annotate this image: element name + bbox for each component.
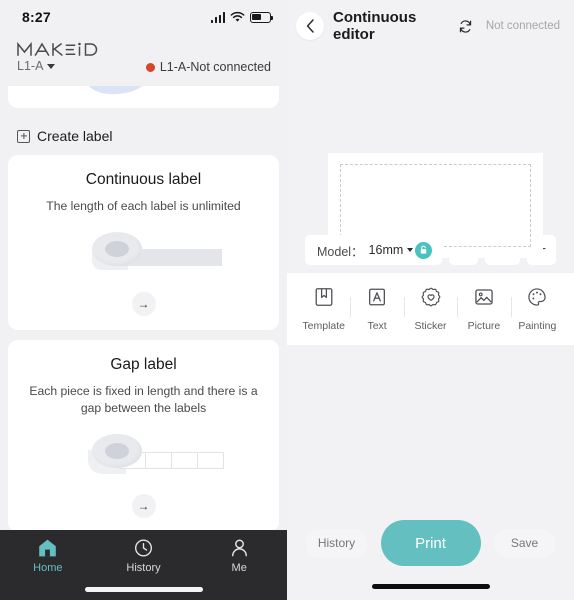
clock-icon bbox=[133, 538, 154, 558]
home-indicator bbox=[371, 583, 490, 589]
tool-label-picture: Picture bbox=[467, 320, 501, 332]
card-subtitle: Each piece is fixed in length and there … bbox=[29, 383, 258, 416]
text-icon bbox=[366, 286, 388, 313]
partially-visible-card[interactable] bbox=[8, 86, 279, 108]
decorative-blob-icon bbox=[83, 86, 151, 99]
decorative-swoosh-icon bbox=[35, 86, 77, 88]
tool-label-sticker: Sticker bbox=[414, 320, 447, 332]
tab-home[interactable]: Home bbox=[0, 538, 96, 574]
card-subtitle: The length of each label is unlimited bbox=[46, 199, 241, 213]
battery-icon bbox=[250, 11, 274, 23]
wifi-icon bbox=[230, 11, 245, 22]
tool-painting[interactable]: Painting bbox=[510, 286, 564, 332]
tool-label-template: Template bbox=[302, 320, 345, 332]
makeid-wordmark-icon bbox=[17, 41, 98, 56]
model-selector[interactable]: Model： 16mm bbox=[305, 235, 443, 265]
bottom-tab-bar: Home History Me bbox=[0, 530, 287, 600]
sync-icon[interactable] bbox=[458, 19, 473, 34]
lock-icon[interactable] bbox=[415, 241, 433, 259]
printer-model-selector[interactable]: L1-A bbox=[17, 59, 109, 73]
home-indicator-bar bbox=[287, 572, 574, 600]
dual-screenshot: 8:27 L1-A L1-A-Not connected Create labe… bbox=[0, 0, 574, 600]
tab-label-me: Me bbox=[231, 562, 247, 574]
model-value-label: 16mm bbox=[368, 243, 404, 257]
sticker-icon bbox=[420, 286, 442, 313]
tool-label-painting: Painting bbox=[518, 320, 557, 332]
editor-screen: Continuous editor Not connected Model： 1… bbox=[287, 0, 574, 600]
create-label-section-header: Create label bbox=[0, 118, 287, 155]
tab-me[interactable]: Me bbox=[191, 538, 287, 574]
save-button[interactable]: Save bbox=[493, 528, 556, 558]
connection-status-label: Not connected bbox=[485, 20, 560, 32]
tool-sticker[interactable]: Sticker bbox=[403, 286, 457, 332]
home-screen: 8:27 L1-A L1-A-Not connected Create labe… bbox=[0, 0, 287, 600]
create-label-title: Create label bbox=[37, 128, 113, 144]
printer-model-label: L1-A bbox=[17, 59, 44, 73]
makeid-logo bbox=[17, 40, 109, 57]
editor-header: Continuous editor Not connected bbox=[287, 0, 574, 52]
editor-toolbar: Template Text Sticker Picture Painting bbox=[287, 273, 574, 345]
status-bar-icons bbox=[210, 11, 274, 23]
editor-action-row: History Print Save bbox=[287, 520, 574, 572]
status-bar: 8:27 bbox=[0, 0, 287, 34]
continuous-label-card[interactable]: Continuous label The length of each labe… bbox=[8, 155, 279, 330]
back-button[interactable] bbox=[296, 12, 324, 40]
gap-label-arrow-button[interactable]: → bbox=[131, 494, 156, 519]
gap-tape-art bbox=[22, 432, 265, 486]
tab-label-home: Home bbox=[33, 562, 63, 574]
home-indicator bbox=[84, 587, 203, 592]
tool-label-text: Text bbox=[367, 320, 387, 332]
chevron-left-icon bbox=[306, 19, 314, 33]
template-icon bbox=[313, 286, 335, 313]
tool-picture[interactable]: Picture bbox=[457, 286, 510, 332]
tool-template[interactable]: Template bbox=[297, 286, 350, 332]
print-button[interactable]: Print bbox=[380, 520, 481, 566]
page-title: Continuous editor bbox=[333, 9, 417, 43]
painting-icon bbox=[526, 286, 548, 313]
picture-icon bbox=[473, 286, 495, 313]
chevron-down-icon bbox=[407, 248, 414, 252]
card-title: Gap label bbox=[110, 355, 177, 373]
status-dot-icon bbox=[145, 62, 155, 72]
tab-history[interactable]: History bbox=[96, 538, 192, 574]
card-title: Continuous label bbox=[85, 171, 202, 188]
plus-box-icon bbox=[17, 129, 30, 143]
person-icon bbox=[229, 538, 250, 558]
model-key-label: Model： bbox=[317, 244, 364, 259]
canvas-zone bbox=[287, 52, 574, 258]
tool-text[interactable]: Text bbox=[350, 286, 403, 332]
chevron-down-icon bbox=[47, 63, 56, 69]
tab-label-history: History bbox=[126, 562, 161, 574]
continuous-tape-art bbox=[22, 230, 265, 284]
home-scroll-area[interactable]: Create label Continuous label The length… bbox=[0, 86, 287, 530]
home-icon bbox=[37, 538, 58, 558]
connection-status-label: L1-A-Not connected bbox=[159, 60, 271, 74]
brand-left: L1-A bbox=[17, 40, 109, 73]
signal-icon bbox=[210, 11, 225, 23]
continuous-label-arrow-button[interactable]: → bbox=[131, 291, 156, 316]
history-button[interactable]: History bbox=[305, 528, 368, 558]
editor-spacer bbox=[287, 345, 574, 520]
connection-status[interactable]: L1-A-Not connected bbox=[145, 60, 271, 74]
status-bar-time: 8:27 bbox=[22, 9, 51, 25]
gap-label-card[interactable]: Gap label Each piece is fixed in length … bbox=[8, 339, 279, 530]
brand-bar: L1-A L1-A-Not connected bbox=[0, 34, 287, 86]
